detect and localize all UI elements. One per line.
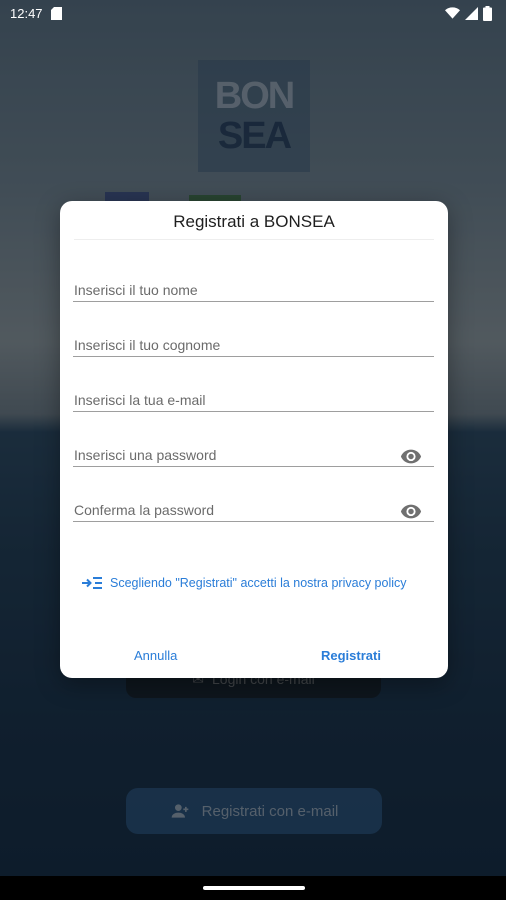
email-placeholder: Inserisci la tua e-mail	[74, 392, 206, 408]
wifi-icon	[445, 7, 460, 19]
email-field[interactable]: Inserisci la tua e-mail	[73, 366, 434, 412]
battery-icon	[483, 5, 492, 21]
confirm-password-field[interactable]: Conferma la password	[73, 476, 434, 522]
password-field[interactable]: Inserisci una password	[73, 421, 434, 467]
last-name-placeholder: Inserisci il tuo cognome	[74, 337, 221, 353]
cancel-button[interactable]: Annulla	[134, 648, 177, 663]
home-gesture-handle[interactable]	[203, 886, 305, 890]
format-indent-icon	[82, 577, 102, 589]
status-bar: 12:47	[0, 0, 506, 26]
dialog-title: Registrati a BONSEA	[173, 212, 335, 231]
first-name-placeholder: Inserisci il tuo nome	[74, 282, 198, 298]
last-name-field[interactable]: Inserisci il tuo cognome	[73, 311, 434, 357]
show-confirm-password-eye-icon[interactable]	[400, 500, 422, 522]
confirm-password-placeholder: Conferma la password	[74, 502, 215, 518]
privacy-policy-link[interactable]: Scegliendo "Registrati" accetti la nostr…	[82, 576, 432, 590]
show-password-eye-icon[interactable]	[400, 445, 422, 467]
privacy-policy-text: Scegliendo "Registrati" accetti la nostr…	[110, 576, 407, 590]
register-button[interactable]: Registrati	[321, 648, 381, 663]
register-dialog: Registrati a BONSEA Inserisci il tuo nom…	[60, 201, 448, 678]
first-name-field[interactable]: Inserisci il tuo nome	[73, 256, 434, 302]
status-time: 12:47	[10, 5, 43, 21]
signal-icon	[465, 6, 478, 20]
title-divider	[74, 239, 434, 240]
password-placeholder: Inserisci una password	[74, 447, 217, 463]
sd-card-icon	[50, 6, 62, 20]
